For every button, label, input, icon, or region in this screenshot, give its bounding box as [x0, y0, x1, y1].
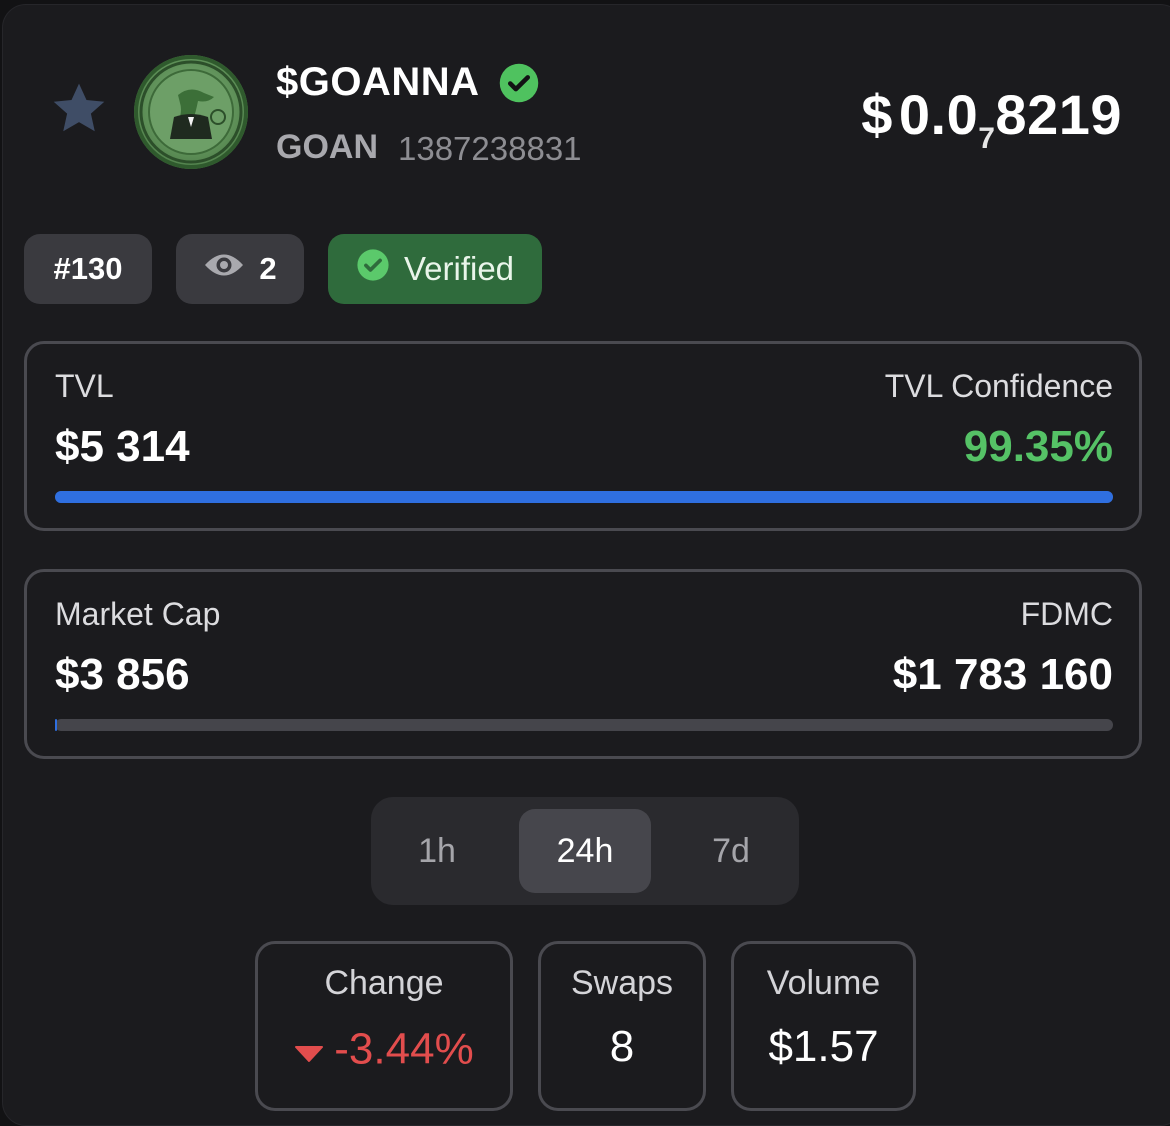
watchers-count: 2	[259, 251, 277, 286]
verified-label: Verified	[403, 250, 515, 287]
verified-badge: Verified	[328, 234, 542, 304]
verified-check-icon	[498, 62, 540, 104]
token-id: 1387238831	[398, 130, 582, 167]
timeframe-7d-tab[interactable]: 7d	[665, 809, 797, 893]
fdmc-value: $1 783 160	[892, 650, 1113, 699]
watchers-badge[interactable]: 2	[176, 234, 304, 304]
rank-label: #130	[53, 251, 123, 286]
swaps-value: 8	[609, 1022, 635, 1071]
change-value: -3.44%	[258, 1022, 510, 1074]
change-label: Change	[324, 964, 444, 1002]
fdmc-label: FDMC	[1020, 596, 1113, 632]
rank-badge: #130	[24, 234, 152, 304]
price-zero-count: 7	[978, 122, 996, 155]
volume-value: $1.57	[768, 1022, 879, 1071]
market-cap-progress-fill	[55, 719, 58, 731]
caret-down-icon	[294, 1024, 324, 1074]
token-avatar	[134, 55, 248, 169]
tvl-progress-fill	[55, 491, 1113, 503]
timeframe-1h-tab[interactable]: 1h	[371, 809, 503, 893]
change-stat-card: Change -3.44%	[255, 941, 513, 1111]
eye-icon	[203, 250, 245, 288]
token-name: $GOANNA	[276, 60, 480, 104]
timeframe-selector: 1h 24h 7d	[371, 797, 799, 905]
change-percent: -3.44%	[334, 1024, 474, 1074]
tvl-value: $5 314	[55, 422, 190, 471]
timeframe-24h-tab[interactable]: 24h	[519, 809, 651, 893]
token-ticker: GOAN	[276, 128, 378, 166]
token-price: $0.078219	[861, 82, 1122, 156]
price-currency: $	[861, 83, 893, 146]
swaps-stat-card: Swaps 8	[538, 941, 706, 1111]
tvl-confidence-label: TVL Confidence	[884, 368, 1113, 404]
tvl-progress-bar	[55, 491, 1113, 503]
market-cap-value: $3 856	[55, 650, 190, 699]
volume-label: Volume	[766, 964, 881, 1002]
tvl-card: TVL TVL Confidence $5 314 99.35%	[24, 341, 1142, 531]
tvl-label: TVL	[55, 368, 114, 404]
swaps-label: Swaps	[570, 964, 674, 1002]
favorite-star-icon[interactable]	[48, 78, 110, 140]
market-cap-label: Market Cap	[55, 596, 221, 632]
check-circle-icon	[356, 248, 390, 290]
tvl-confidence-value: 99.35%	[963, 422, 1113, 471]
market-cap-progress-bar	[55, 719, 1113, 731]
price-lead: 0.0	[898, 83, 979, 146]
market-cap-card: Market Cap FDMC $3 856 $1 783 160	[24, 569, 1142, 759]
volume-stat-card: Volume $1.57	[731, 941, 916, 1111]
price-digits: 8219	[995, 83, 1122, 146]
